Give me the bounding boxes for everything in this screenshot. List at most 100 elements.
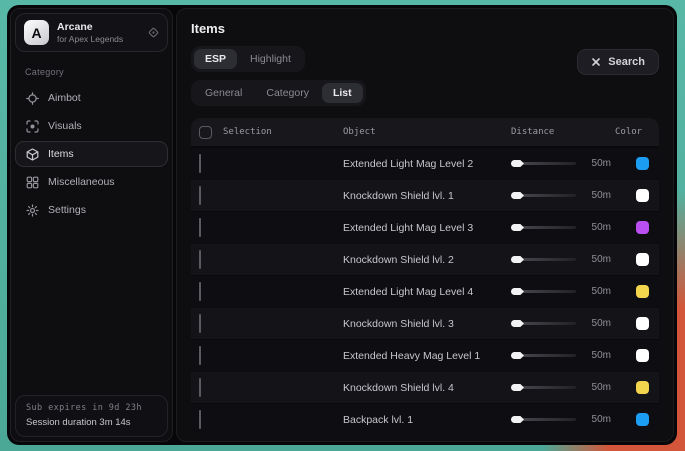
color-swatch[interactable]: [636, 157, 649, 170]
select-all-checkbox[interactable]: [199, 126, 212, 139]
col-distance: Distance: [511, 127, 615, 137]
tab-label: ESP: [205, 53, 226, 65]
tab-label: Category: [266, 87, 309, 99]
table-row: Knockdown Shield lvl. 2 50m: [191, 243, 659, 275]
app-subtitle: for Apex Legends: [57, 34, 123, 45]
row-checkbox[interactable]: [199, 410, 201, 429]
tab-general[interactable]: General: [194, 83, 253, 103]
search-shortcut-icon: [591, 57, 601, 67]
cube-icon: [26, 148, 39, 161]
distance-slider[interactable]: [511, 354, 576, 357]
distance-slider[interactable]: [511, 258, 576, 261]
app-logo: A: [24, 20, 49, 45]
distance-value: 50m: [585, 414, 611, 425]
table-row: Extended Heavy Mag Level 1 50m: [191, 339, 659, 371]
table-row: Extended Light Mag Level 3 50m: [191, 211, 659, 243]
table-row: Extended Light Mag Level 4 50m: [191, 275, 659, 307]
object-name: Knockdown Shield lvl. 3: [343, 318, 511, 330]
sidebar-item-miscellaneous[interactable]: Miscellaneous: [15, 169, 168, 195]
row-checkbox[interactable]: [199, 250, 201, 269]
items-table: Selection Object Distance Color Extended…: [191, 118, 659, 435]
sidebar-item-label: Items: [48, 148, 74, 160]
color-swatch[interactable]: [636, 221, 649, 234]
distance-slider[interactable]: [511, 290, 576, 293]
sidebar-item-label: Miscellaneous: [48, 176, 115, 188]
main-panel: Items ESP Highlight General Category: [176, 8, 674, 442]
distance-slider[interactable]: [511, 194, 576, 197]
sidebar-item-settings[interactable]: Settings: [15, 197, 168, 223]
slider-thumb[interactable]: [511, 224, 524, 231]
sidebar-item-visuals[interactable]: Visuals: [15, 113, 168, 139]
tab-label: List: [333, 87, 352, 99]
object-name: Knockdown Shield lvl. 1: [343, 190, 511, 202]
row-checkbox[interactable]: [199, 218, 201, 237]
slider-thumb[interactable]: [511, 416, 524, 423]
tab-category[interactable]: Category: [255, 83, 320, 103]
row-checkbox[interactable]: [199, 154, 201, 173]
distance-value: 50m: [585, 350, 611, 361]
slider-thumb[interactable]: [511, 160, 524, 167]
row-checkbox[interactable]: [199, 346, 201, 365]
distance-slider[interactable]: [511, 386, 576, 389]
distance-value: 50m: [585, 318, 611, 329]
table-row: Extended Light Mag Level 2 50m: [191, 147, 659, 179]
slider-thumb[interactable]: [511, 352, 524, 359]
object-name: Knockdown Shield lvl. 2: [343, 254, 511, 266]
tab-esp[interactable]: ESP: [194, 49, 237, 69]
row-checkbox[interactable]: [199, 314, 201, 333]
object-name: Extended Heavy Mag Level 1: [343, 350, 511, 362]
distance-slider[interactable]: [511, 162, 576, 165]
distance-value: 50m: [585, 254, 611, 265]
sidebar-item-aimbot[interactable]: Aimbot: [15, 85, 168, 111]
distance-slider[interactable]: [511, 418, 576, 421]
object-name: Extended Light Mag Level 2: [343, 158, 511, 170]
distance-value: 50m: [585, 286, 611, 297]
tab-highlight[interactable]: Highlight: [239, 49, 302, 69]
object-name: Backpack lvl. 1: [343, 414, 511, 426]
sidebar-item-label: Aimbot: [48, 92, 81, 104]
col-object: Object: [343, 127, 511, 137]
col-selection: Selection: [223, 127, 272, 137]
distance-value: 50m: [585, 158, 611, 169]
sidebar-nav: Aimbot Visuals Items Miscellaneous: [15, 85, 168, 223]
color-swatch[interactable]: [636, 189, 649, 202]
row-checkbox[interactable]: [199, 378, 201, 397]
tab-label: General: [205, 87, 242, 99]
col-color: Color: [615, 127, 649, 137]
gear-icon: [26, 204, 39, 217]
account-card[interactable]: A Arcane for Apex Legends: [15, 13, 168, 52]
slider-thumb[interactable]: [511, 256, 524, 263]
tab-list[interactable]: List: [322, 83, 363, 103]
object-name: Extended Light Mag Level 4: [343, 286, 511, 298]
table-row: Knockdown Shield lvl. 4 50m: [191, 371, 659, 403]
page-title: Items: [191, 21, 659, 36]
table-body: Extended Light Mag Level 2 50m Knockdown…: [191, 147, 659, 435]
color-swatch[interactable]: [636, 317, 649, 330]
slider-thumb[interactable]: [511, 384, 524, 391]
row-checkbox[interactable]: [199, 282, 201, 301]
color-swatch[interactable]: [636, 381, 649, 394]
row-checkbox[interactable]: [199, 186, 201, 205]
pin-icon[interactable]: [148, 27, 159, 38]
slider-thumb[interactable]: [511, 288, 524, 295]
slider-thumb[interactable]: [511, 320, 524, 327]
app-name: Arcane: [57, 21, 123, 34]
sub-expiry-text: Sub expires in 9d 23h: [26, 403, 157, 413]
distance-value: 50m: [585, 190, 611, 201]
table-header: Selection Object Distance Color: [191, 118, 659, 147]
distance-value: 50m: [585, 222, 611, 233]
distance-slider[interactable]: [511, 322, 576, 325]
search-button[interactable]: Search: [577, 49, 659, 75]
color-swatch[interactable]: [636, 349, 649, 362]
app-window: A Arcane for Apex Legends Category Aimbo…: [7, 5, 677, 445]
color-swatch[interactable]: [636, 253, 649, 266]
object-name: Extended Light Mag Level 3: [343, 222, 511, 234]
sidebar-item-label: Visuals: [48, 120, 82, 132]
sidebar-item-items[interactable]: Items: [15, 141, 168, 167]
crosshair-icon: [26, 92, 39, 105]
color-swatch[interactable]: [636, 285, 649, 298]
distance-slider[interactable]: [511, 226, 576, 229]
color-swatch[interactable]: [636, 413, 649, 426]
tab-label: Highlight: [250, 53, 291, 65]
slider-thumb[interactable]: [511, 192, 524, 199]
